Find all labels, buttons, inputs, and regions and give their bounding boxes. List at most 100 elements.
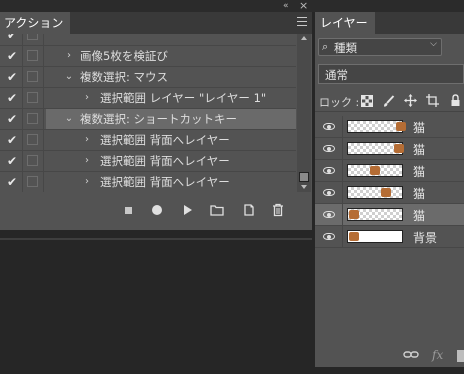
layer-row[interactable]: 猫 bbox=[315, 138, 464, 160]
chevron-right-icon[interactable]: › bbox=[82, 88, 92, 109]
lock-artboard-crop-icon[interactable] bbox=[426, 94, 439, 107]
folder-icon[interactable] bbox=[210, 203, 224, 217]
dialog-toggle-box[interactable] bbox=[27, 176, 38, 187]
dialog-toggle-box[interactable] bbox=[27, 113, 38, 124]
dialog-toggle-box[interactable] bbox=[27, 134, 38, 145]
check-icon[interactable]: ✔ bbox=[5, 112, 19, 126]
scroll-thumb[interactable] bbox=[299, 172, 309, 182]
layer-row[interactable]: 猫 bbox=[315, 160, 464, 182]
new-item-icon[interactable] bbox=[242, 203, 256, 217]
link-layers-icon[interactable] bbox=[403, 349, 419, 361]
layer-thumbnail[interactable] bbox=[347, 230, 403, 243]
actions-tab-bar: アクション bbox=[0, 12, 312, 34]
dialog-toggle-box[interactable] bbox=[27, 50, 38, 61]
check-icon[interactable]: ✔ bbox=[5, 70, 19, 84]
check-icon[interactable]: ✔ bbox=[5, 34, 19, 42]
play-icon[interactable] bbox=[184, 205, 192, 215]
chevron-right-icon[interactable]: › bbox=[64, 46, 74, 67]
layer-thumbnail[interactable] bbox=[347, 186, 403, 199]
eye-visibility-icon[interactable] bbox=[323, 233, 335, 240]
chevron-right-icon[interactable]: › bbox=[82, 172, 92, 192]
trash-icon[interactable] bbox=[271, 203, 285, 217]
dialog-toggle-box[interactable] bbox=[27, 155, 38, 166]
action-row[interactable]: ✔ › 選択範囲 レイヤー "レイヤー 1" bbox=[0, 88, 296, 109]
row-divider bbox=[43, 109, 44, 129]
tab-layers[interactable]: レイヤー bbox=[315, 12, 375, 34]
action-row-label: 選択範囲 背面へレイヤー bbox=[100, 175, 230, 189]
action-row[interactable]: ✔ › 画像5枚を検証び bbox=[0, 46, 296, 67]
chevron-down-icon[interactable]: ⌄ bbox=[64, 109, 74, 130]
layer-thumbnail[interactable] bbox=[347, 164, 403, 177]
blend-mode-value: 通常 bbox=[325, 68, 348, 82]
layer-thumbnail[interactable] bbox=[347, 142, 404, 155]
panel-divider[interactable] bbox=[0, 238, 312, 240]
layer-name[interactable]: 猫 bbox=[413, 119, 425, 136]
row-divider bbox=[22, 88, 23, 108]
layer-name[interactable]: 猫 bbox=[413, 141, 425, 158]
cat-thumbnail-image bbox=[349, 210, 359, 219]
row-divider bbox=[43, 67, 44, 87]
layer-thumbnail[interactable] bbox=[347, 208, 403, 221]
eye-visibility-icon[interactable] bbox=[323, 123, 335, 130]
check-icon[interactable]: ✔ bbox=[5, 154, 19, 168]
row-divider bbox=[342, 116, 343, 137]
check-icon[interactable]: ✔ bbox=[5, 91, 19, 105]
action-row[interactable]: ✔ › 選択範囲 背面へレイヤー bbox=[0, 130, 296, 151]
check-icon[interactable]: ✔ bbox=[5, 133, 19, 147]
eye-visibility-icon[interactable] bbox=[323, 167, 335, 174]
layer-name[interactable]: 猫 bbox=[413, 207, 425, 224]
action-row[interactable]: ✔ › 選択範囲 背面へレイヤー bbox=[0, 151, 296, 172]
panel-dock-header: « × bbox=[0, 0, 464, 12]
layer-mask-icon[interactable] bbox=[457, 350, 464, 362]
action-row[interactable]: ✔ ⌄ 複数選択: マウス bbox=[0, 67, 296, 88]
fx-icon[interactable]: fx bbox=[432, 348, 443, 362]
check-icon[interactable]: ✔ bbox=[5, 175, 19, 189]
scroll-up-icon[interactable] bbox=[301, 36, 307, 40]
dialog-toggle-box[interactable] bbox=[27, 34, 38, 40]
actions-panel: アクション ✔ ✔ › 画像5枚を検証び ✔ ⌄ 複数選択: マウス ✔ › 選択範囲 レイヤー … bbox=[0, 12, 312, 240]
action-row[interactable]: ✔ bbox=[0, 34, 296, 46]
lock-all-icon[interactable] bbox=[450, 94, 461, 107]
layer-thumbnail[interactable] bbox=[347, 120, 406, 133]
layer-row[interactable]: 背景 bbox=[315, 226, 464, 248]
layer-name[interactable]: 猫 bbox=[413, 163, 425, 180]
collapse-panels-icon[interactable]: « bbox=[283, 1, 288, 11]
layer-name[interactable]: 背景 bbox=[413, 229, 437, 246]
scroll-down-icon[interactable] bbox=[301, 185, 307, 189]
close-icon[interactable]: × bbox=[299, 0, 308, 12]
layer-row[interactable]: 猫 bbox=[315, 116, 464, 138]
lock-transparent-pixels-icon[interactable] bbox=[361, 95, 373, 107]
layer-row[interactable]: 猫 bbox=[315, 204, 464, 226]
row-divider bbox=[43, 172, 44, 192]
stop-icon[interactable] bbox=[125, 207, 132, 214]
action-row[interactable]: ✔ › 選択範囲 背面へレイヤー bbox=[0, 172, 296, 192]
layer-row[interactable]: 猫 bbox=[315, 182, 464, 204]
eye-visibility-icon[interactable] bbox=[323, 211, 335, 218]
row-divider bbox=[22, 151, 23, 171]
dialog-toggle-box[interactable] bbox=[27, 92, 38, 103]
action-row-label: 選択範囲 レイヤー "レイヤー 1" bbox=[100, 91, 267, 105]
layers-footer: fx bbox=[315, 345, 464, 367]
row-divider bbox=[22, 67, 23, 87]
cat-thumbnail-image bbox=[394, 144, 404, 153]
chevron-right-icon[interactable]: › bbox=[82, 130, 92, 151]
eye-visibility-icon[interactable] bbox=[323, 189, 335, 196]
layers-tab-bar: レイヤー bbox=[315, 12, 464, 34]
lock-image-pixels-brush-icon[interactable] bbox=[382, 95, 395, 108]
chevron-right-icon[interactable]: › bbox=[82, 151, 92, 172]
chevron-down-icon[interactable]: ⌄ bbox=[64, 67, 74, 88]
action-row-label-area[interactable] bbox=[46, 34, 296, 45]
dialog-toggle-box[interactable] bbox=[27, 71, 38, 82]
panel-menu-icon[interactable] bbox=[297, 17, 307, 27]
tab-actions[interactable]: アクション bbox=[0, 12, 70, 34]
check-icon[interactable]: ✔ bbox=[5, 49, 19, 63]
lock-position-move-icon[interactable] bbox=[404, 94, 417, 107]
layer-name[interactable]: 猫 bbox=[413, 185, 425, 202]
record-icon[interactable] bbox=[152, 205, 162, 215]
action-row[interactable]: ✔ ⌄ 複数選択: ショートカットキー bbox=[0, 109, 296, 130]
blend-mode-select[interactable]: 通常 bbox=[318, 64, 464, 84]
actions-scrollbar[interactable] bbox=[297, 34, 311, 192]
row-divider bbox=[43, 151, 44, 171]
kind-filter-select[interactable]: ⌕ 種類 ⌵ bbox=[318, 38, 442, 56]
eye-visibility-icon[interactable] bbox=[323, 145, 335, 152]
